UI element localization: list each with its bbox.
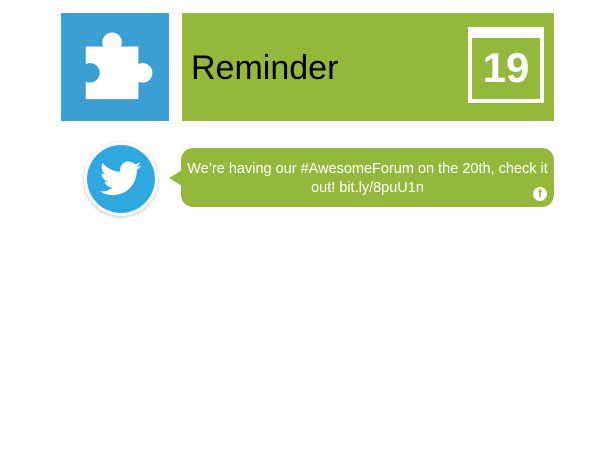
calendar-icon: 19 — [468, 27, 544, 103]
avatar[interactable] — [84, 142, 158, 216]
twitter-bird-icon — [100, 161, 142, 196]
reminder-header: Reminder 19 — [182, 13, 554, 121]
puzzle-piece-icon — [85, 32, 153, 100]
reminder-widget: Reminder 19 We’re having our #AwesomeFor… — [0, 0, 614, 461]
page-title: Reminder — [191, 49, 339, 87]
app-icon-tile[interactable] — [61, 13, 169, 121]
facebook-icon[interactable]: f — [533, 187, 547, 201]
calendar-day-number: 19 — [482, 44, 530, 91]
bubble-tail — [169, 170, 182, 186]
avatar-badge — [87, 145, 155, 213]
message-bubble[interactable]: We’re having our #AwesomeForum on the 20… — [169, 148, 554, 207]
message-text: We’re having our #AwesomeForum on the 20… — [187, 161, 548, 196]
